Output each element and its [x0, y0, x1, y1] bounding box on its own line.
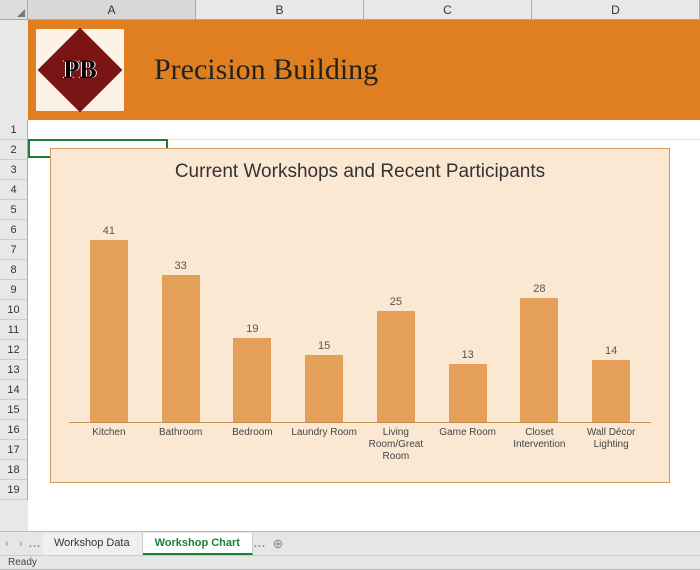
- bar-value-label: 33: [175, 260, 187, 272]
- row-header-15[interactable]: 15: [0, 400, 28, 420]
- sheet-tab-strip: ‹ › ... Workshop DataWorkshop Chart ... …: [0, 531, 700, 555]
- category-label: Laundry Room: [288, 427, 360, 463]
- row-header-2[interactable]: 2: [0, 140, 28, 160]
- col-header-b[interactable]: B: [196, 0, 364, 19]
- row-header-6[interactable]: 6: [0, 220, 28, 240]
- row-header-17[interactable]: 17: [0, 440, 28, 460]
- bar-rect: [162, 275, 200, 422]
- worksheet-area[interactable]: PB Precision Building Current Workshops …: [28, 20, 700, 540]
- row-header-12[interactable]: 12: [0, 340, 28, 360]
- row-header-9[interactable]: 9: [0, 280, 28, 300]
- bar-value-label: 25: [390, 296, 402, 308]
- category-label: Game Room: [432, 427, 504, 463]
- title-banner: PB Precision Building: [28, 20, 700, 120]
- logo-text: PB: [63, 55, 96, 85]
- row-header-11[interactable]: 11: [0, 320, 28, 340]
- row-header-column: 12345678910111213141516171819: [0, 20, 28, 540]
- row-header-19[interactable]: 19: [0, 480, 28, 500]
- row-header-10[interactable]: 10: [0, 300, 28, 320]
- chart-bar[interactable]: 28: [504, 193, 576, 422]
- row-header-7[interactable]: 7: [0, 240, 28, 260]
- col-header-a[interactable]: A: [28, 0, 196, 19]
- category-label: Wall Décor Lighting: [575, 427, 647, 463]
- chart-bar[interactable]: 41: [73, 193, 145, 422]
- bar-rect: [592, 360, 630, 422]
- sheet-tab[interactable]: Workshop Chart: [143, 533, 253, 555]
- bar-rect: [305, 355, 343, 422]
- status-bar: Ready: [0, 555, 700, 569]
- chart-plot-area: 41 33 19 15 25 13 28 14: [69, 193, 651, 423]
- chart-title: Current Workshops and Recent Participant…: [69, 161, 651, 183]
- tab-nav-prev-icon[interactable]: ‹: [0, 538, 14, 550]
- company-logo: PB: [36, 29, 124, 111]
- row-header-3[interactable]: 3: [0, 160, 28, 180]
- bar-value-label: 14: [605, 345, 617, 357]
- bar-value-label: 13: [462, 349, 474, 361]
- category-label: Closet Intervention: [504, 427, 576, 463]
- chart-category-axis: KitchenBathroomBedroomLaundry RoomLiving…: [69, 423, 651, 463]
- tab-nav-menu-icon[interactable]: ...: [28, 538, 42, 550]
- chart-bar[interactable]: 13: [432, 193, 504, 422]
- bar-rect: [90, 240, 128, 422]
- page-title: Precision Building: [154, 53, 378, 87]
- column-header-row: A B C D: [0, 0, 700, 20]
- row-header-1[interactable]: 1: [0, 120, 28, 140]
- category-label: Bathroom: [145, 427, 217, 463]
- tab-overflow-icon[interactable]: ...: [253, 538, 267, 550]
- category-label: Kitchen: [73, 427, 145, 463]
- bar-value-label: 41: [103, 225, 115, 237]
- bar-value-label: 19: [246, 323, 258, 335]
- row-header-4[interactable]: 4: [0, 180, 28, 200]
- bar-value-label: 15: [318, 340, 330, 352]
- chart-bar[interactable]: 25: [360, 193, 432, 422]
- status-text: Ready: [8, 557, 37, 568]
- col-header-d[interactable]: D: [532, 0, 700, 19]
- chart-bar[interactable]: 15: [288, 193, 360, 422]
- chart-bar[interactable]: 19: [217, 193, 289, 422]
- bar-rect: [520, 298, 558, 422]
- bar-rect: [449, 364, 487, 422]
- row-header-14[interactable]: 14: [0, 380, 28, 400]
- chart-bar[interactable]: 33: [145, 193, 217, 422]
- row-header-8[interactable]: 8: [0, 260, 28, 280]
- category-label: Bedroom: [217, 427, 289, 463]
- select-all-corner[interactable]: [0, 0, 28, 19]
- tab-nav-next-icon[interactable]: ›: [14, 538, 28, 550]
- row-header-5[interactable]: 5: [0, 200, 28, 220]
- chart-bar[interactable]: 14: [575, 193, 647, 422]
- row-header-18[interactable]: 18: [0, 460, 28, 480]
- add-sheet-icon[interactable]: ⊕: [267, 536, 289, 552]
- bar-rect: [233, 338, 271, 422]
- bar-value-label: 28: [533, 283, 545, 295]
- row-header-16[interactable]: 16: [0, 420, 28, 440]
- category-label: Living Room/Great Room: [360, 427, 432, 463]
- bar-rect: [377, 311, 415, 422]
- sheet-tab[interactable]: Workshop Data: [42, 533, 143, 555]
- embedded-chart[interactable]: Current Workshops and Recent Participant…: [50, 148, 670, 483]
- col-header-c[interactable]: C: [364, 0, 532, 19]
- row-header-13[interactable]: 13: [0, 360, 28, 380]
